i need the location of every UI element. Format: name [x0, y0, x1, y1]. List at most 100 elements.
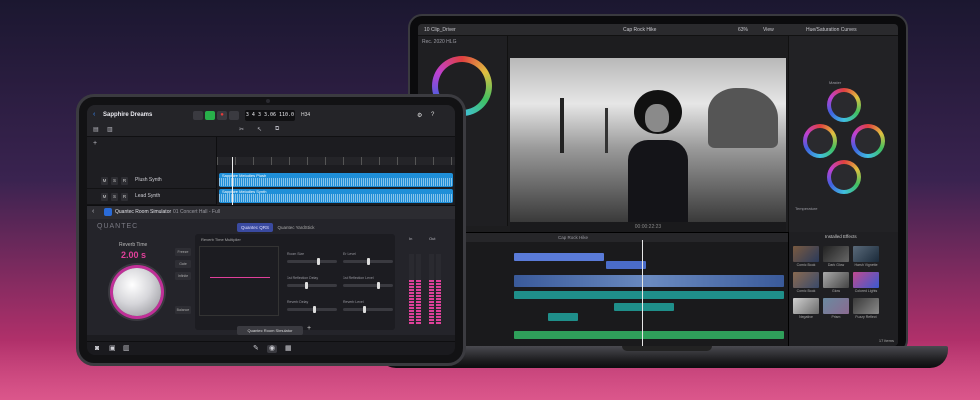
reverb-level-slider[interactable]	[343, 306, 393, 313]
slider-thumb[interactable]	[367, 258, 370, 265]
fcp-color-space: Rec. 2020 HLG	[422, 39, 457, 45]
reverb-time-knob[interactable]	[113, 268, 161, 316]
slider-thumb[interactable]	[317, 258, 320, 265]
add-track-icon[interactable]: +	[93, 140, 97, 147]
keyboard-icon[interactable]: ▦	[285, 345, 292, 353]
slider-label: 1st Reflection Level	[343, 276, 374, 280]
mode-tab-qrs[interactable]: Quantec QRS	[237, 223, 273, 232]
first-reflection-delay-slider[interactable]	[287, 282, 337, 289]
temperature-label: Temperature	[795, 206, 818, 211]
shadows-wheel-icon[interactable]	[803, 124, 837, 158]
library-icon[interactable]: ▣	[109, 345, 116, 353]
audio-region[interactable]: Sapphire Melodies Plush	[219, 173, 453, 187]
first-reflection-level-slider[interactable]	[343, 282, 393, 289]
fcp-viewer[interactable]	[510, 58, 786, 222]
effect-thumb[interactable]	[853, 298, 879, 314]
region-label: Sapphire Melodies Plush	[222, 173, 267, 178]
collapse-chevron-icon[interactable]: ‹	[92, 208, 94, 215]
cycle-button[interactable]	[229, 111, 239, 120]
trash-icon[interactable]: ▥	[123, 345, 130, 353]
highlights-wheel-icon[interactable]	[827, 160, 861, 194]
er-level-slider[interactable]	[343, 258, 393, 265]
joshua-tree	[605, 108, 608, 153]
track-header-row[interactable]: M S R Plush Synth	[87, 173, 217, 189]
record-button[interactable]: ●	[217, 111, 227, 120]
reverb-time-value: 2.00 s	[121, 250, 147, 260]
solo-button[interactable]: S	[111, 177, 118, 185]
slider-thumb[interactable]	[377, 282, 380, 289]
effect-label: Negative	[799, 315, 813, 319]
slider-thumb[interactable]	[313, 306, 316, 313]
primary-storyline[interactable]	[514, 275, 784, 287]
record-arm-button[interactable]: R	[121, 193, 128, 201]
solo-button[interactable]: S	[111, 193, 118, 201]
effect-thumb[interactable]	[853, 246, 879, 262]
record-arm-button[interactable]: R	[121, 177, 128, 185]
audio-clip[interactable]	[614, 303, 674, 311]
audio-track-1[interactable]	[514, 291, 784, 299]
pointer-tool-icon[interactable]: ↖	[257, 126, 262, 133]
wheel-label-master: Master	[829, 80, 842, 85]
effect-thumb[interactable]	[823, 272, 849, 288]
title-clip[interactable]	[514, 253, 604, 261]
browser-icon[interactable]: ▤	[93, 126, 99, 133]
waveform	[219, 178, 453, 186]
mute-button[interactable]: M	[101, 177, 108, 185]
room-size-slider[interactable]	[287, 258, 337, 265]
fcp-view-menu[interactable]: View	[763, 27, 774, 33]
stop-button[interactable]	[193, 111, 203, 120]
track-name: Plush Synth	[135, 177, 162, 183]
snap-icon[interactable]: ⧉	[275, 126, 279, 133]
effect-thumb[interactable]	[823, 298, 849, 314]
meter-fill	[436, 280, 441, 324]
track-header-row[interactable]: M S R Lead Synth	[87, 189, 217, 205]
timeline-playhead[interactable]	[642, 240, 643, 346]
plugin-header: ‹ Quantec Room Simulator 01 Concert Hall…	[87, 206, 455, 219]
effect-thumb[interactable]	[793, 298, 819, 314]
timeline-ruler[interactable]	[217, 157, 455, 165]
meter-fill	[429, 280, 434, 324]
fcp-zoom[interactable]: 63%	[738, 27, 748, 33]
slider-thumb[interactable]	[305, 282, 308, 289]
mixer-icon[interactable]: ▥	[107, 126, 113, 133]
effect-thumb[interactable]	[793, 272, 819, 288]
gate-button[interactable]: Gate	[175, 260, 191, 268]
audio-clip[interactable]	[548, 313, 578, 321]
power-button[interactable]	[104, 208, 112, 216]
fcp-timeline[interactable]: Cap Rock Hike	[418, 232, 788, 346]
effect-label: Dark Glow	[827, 263, 845, 267]
playhead[interactable]	[232, 157, 233, 205]
plugin-view-icon[interactable]: ◉	[267, 345, 278, 353]
fcp-library-label[interactable]: 10 Clip_Driver	[424, 27, 456, 33]
freeze-button[interactable]: Freeze	[175, 248, 191, 256]
mode-tab-yardstick[interactable]: Quantec YardStick	[275, 223, 317, 232]
plugin-tab[interactable]: Quantec Room Simulator	[237, 326, 303, 335]
reverb-parameters-panel: Reverb Time Multiplier Room Size Er Leve…	[195, 234, 395, 330]
reverb-time-graph[interactable]	[199, 246, 279, 316]
help-icon[interactable]: ?	[431, 112, 434, 118]
lcd-display[interactable]: 3 4 3 3.06 110.0	[245, 110, 295, 121]
back-chevron-icon[interactable]: ‹	[93, 111, 95, 118]
mute-button[interactable]: M	[101, 193, 108, 201]
effect-thumb[interactable]	[793, 246, 819, 262]
camera-icon[interactable]: ◙	[95, 345, 99, 353]
play-button[interactable]	[205, 111, 215, 120]
infinite-button[interactable]: Infinite	[175, 272, 191, 280]
face	[645, 104, 669, 132]
slider-thumb[interactable]	[363, 306, 366, 313]
settings-gear-icon[interactable]: ⚙	[417, 112, 422, 119]
pencil-icon[interactable]: ✎	[253, 345, 259, 353]
midtones-wheel-icon[interactable]	[851, 124, 885, 158]
audio-region[interactable]: Sapphire Melodies Synth	[219, 189, 453, 203]
effect-thumb[interactable]	[853, 272, 879, 288]
music-track[interactable]	[514, 331, 784, 339]
preset-menu[interactable]: 01 Concert Hall - Full	[173, 209, 220, 215]
reverb-delay-slider[interactable]	[287, 306, 337, 313]
add-plugin-icon[interactable]: +	[307, 325, 311, 332]
connected-clip[interactable]	[606, 261, 646, 269]
master-wheel-icon[interactable]	[827, 88, 861, 122]
trim-tool-icon[interactable]: ✂	[239, 126, 244, 133]
balance-button[interactable]: Balance	[175, 306, 191, 314]
slider-label: Er Level	[343, 252, 356, 256]
effect-thumb[interactable]	[823, 246, 849, 262]
